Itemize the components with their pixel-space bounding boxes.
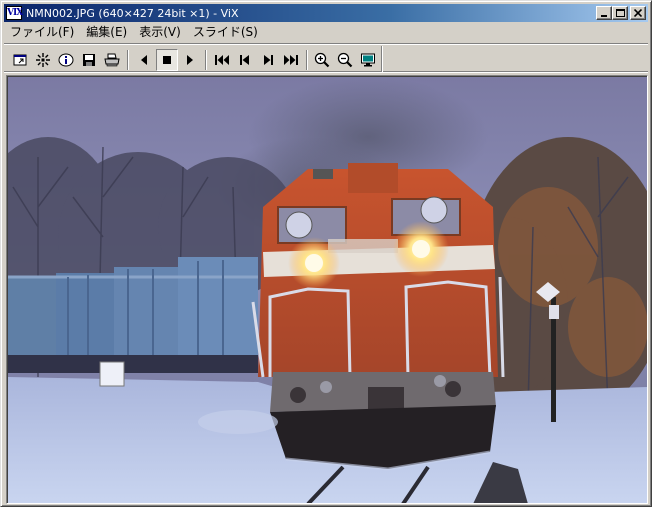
toolbar xyxy=(4,43,648,73)
close-button[interactable] xyxy=(630,6,646,20)
next-icon xyxy=(264,55,273,65)
image-view[interactable] xyxy=(6,75,648,504)
fullscreen-icon xyxy=(361,53,375,67)
title-bar[interactable]: VIX NMN002.JPG (640×427 24bit ×1) - ViX xyxy=(4,4,648,22)
menu-bar: ファイル(F) 編集(E) 表示(V) スライド(S) xyxy=(4,23,648,41)
fullscreen-button[interactable] xyxy=(357,49,379,71)
minimize-icon xyxy=(601,15,607,17)
print-icon xyxy=(104,53,120,67)
menu-edit[interactable]: 編集(E) xyxy=(80,24,133,40)
play-reverse-button[interactable] xyxy=(133,49,155,71)
vix-window: VIX NMN002.JPG (640×427 24bit ×1) - ViX … xyxy=(0,0,652,507)
maximize-icon xyxy=(615,9,625,17)
save-icon xyxy=(83,54,95,66)
window-title: NMN002.JPG (640×427 24bit ×1) - ViX xyxy=(26,6,239,20)
info-icon xyxy=(58,53,74,67)
menu-view[interactable]: 表示(V) xyxy=(133,24,187,40)
first-image-button[interactable] xyxy=(211,49,233,71)
last-icon xyxy=(284,55,298,65)
toolbar-separator xyxy=(205,50,207,70)
menu-slide[interactable]: スライド(S) xyxy=(187,24,264,40)
stop-button[interactable] xyxy=(156,49,178,71)
maximize-button[interactable] xyxy=(612,6,628,20)
menu-file[interactable]: ファイル(F) xyxy=(4,24,80,40)
app-icon[interactable]: VIX xyxy=(6,6,23,20)
effects-button[interactable] xyxy=(32,49,54,71)
stop-icon xyxy=(163,56,171,64)
open-window-icon xyxy=(13,54,27,66)
play-reverse-icon xyxy=(141,55,147,65)
last-image-button[interactable] xyxy=(280,49,302,71)
info-button[interactable] xyxy=(55,49,77,71)
save-button[interactable] xyxy=(78,49,100,71)
print-button[interactable] xyxy=(101,49,123,71)
zoom-in-button[interactable] xyxy=(311,49,333,71)
zoom-out-button[interactable] xyxy=(334,49,356,71)
previous-image-button[interactable] xyxy=(234,49,256,71)
toolbar-separator xyxy=(127,50,129,70)
open-window-button[interactable] xyxy=(9,49,31,71)
minimize-button[interactable] xyxy=(596,6,612,20)
first-icon xyxy=(215,55,229,65)
toolbar-separator xyxy=(306,50,308,70)
effects-icon xyxy=(36,53,50,67)
play-icon xyxy=(187,55,193,65)
toolbar-band xyxy=(4,46,382,72)
play-button[interactable] xyxy=(179,49,201,71)
window-controls xyxy=(596,6,646,20)
zoom-in-icon xyxy=(314,52,330,68)
photo-locomotive xyxy=(8,77,647,503)
previous-icon xyxy=(240,55,249,65)
zoom-out-icon xyxy=(337,52,353,68)
close-icon xyxy=(634,9,642,17)
next-image-button[interactable] xyxy=(257,49,279,71)
